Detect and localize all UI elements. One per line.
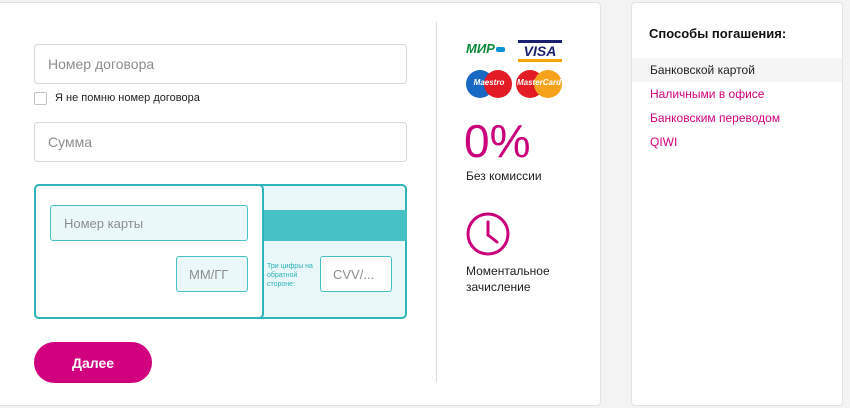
maestro-logo-text: Maestro [473, 78, 505, 87]
cvv-hint-text: Три цифры на обратной стороне: [267, 263, 313, 288]
forgot-contract-row[interactable]: Я не помню номер договора [34, 90, 200, 106]
column-divider [436, 22, 437, 382]
card-number-input[interactable] [50, 205, 248, 241]
contract-number-input[interactable] [34, 44, 407, 84]
forgot-contract-label: Я не помню номер договора [55, 92, 200, 104]
cvv-input[interactable] [320, 256, 392, 292]
instant-credit-label: Моментальное зачисление [466, 264, 550, 294]
forgot-contract-checkbox[interactable] [34, 91, 47, 105]
maestro-logo: Maestro [466, 70, 512, 98]
mastercard-logo-text: MasterCard [516, 78, 561, 87]
repayment-method-qiwi[interactable]: QIWI [632, 130, 842, 154]
payment-systems-logos: МИР VISA Maestro MasterCard [466, 40, 566, 100]
amount-input[interactable] [34, 122, 407, 162]
visa-logo-text: VISA [523, 43, 557, 59]
visa-logo: VISA [518, 40, 562, 62]
repayment-methods-title: Способы погашения: [649, 26, 787, 41]
no-commission-label: Без комиссии [466, 169, 542, 183]
repayment-method-bank-transfer[interactable]: Банковским переводом [632, 106, 842, 130]
repayment-method-cash[interactable]: Наличными в офисе [632, 82, 842, 106]
card-expiry-input[interactable] [176, 256, 248, 292]
mastercard-logo: MasterCard [516, 70, 562, 98]
card-magnetic-stripe [262, 210, 407, 241]
repayment-method-card[interactable]: Банковской картой [632, 58, 842, 82]
clock-icon [466, 212, 510, 256]
mir-logo: МИР [466, 41, 505, 56]
next-button[interactable]: Далее [34, 342, 152, 383]
mir-logo-text: МИР [466, 41, 495, 56]
zero-commission-value: 0% [464, 115, 531, 167]
